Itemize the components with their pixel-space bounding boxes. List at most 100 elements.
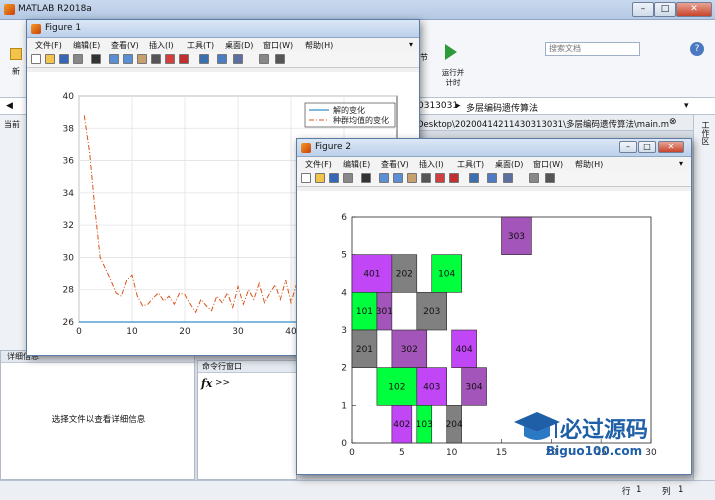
editor-tab-bar: Desktop\20200414211430313031\多层编码遗传算法\ma… xyxy=(415,115,715,131)
maximize-button[interactable]: □ xyxy=(654,2,676,17)
menu-item-2[interactable]: 查看(V) xyxy=(381,159,409,170)
figure-1-title-bar[interactable]: Figure 1 xyxy=(27,20,419,38)
print-icon[interactable] xyxy=(343,173,353,183)
hide-tools-icon[interactable] xyxy=(529,173,539,183)
menu-item-0[interactable]: 文件(F) xyxy=(35,40,62,51)
print-icon[interactable] xyxy=(73,54,83,64)
figure-2-title: Figure 2 xyxy=(315,142,352,152)
dock-icon[interactable] xyxy=(275,54,285,64)
menu-item-6[interactable]: 窗口(W) xyxy=(533,159,563,170)
figure-1-title: Figure 1 xyxy=(45,23,82,33)
figure-2-title-bar[interactable]: Figure 2 – □ ✕ xyxy=(297,139,691,157)
menu-item-3[interactable]: 插入(I) xyxy=(419,159,444,170)
menu-item-5[interactable]: 桌面(D) xyxy=(495,159,523,170)
task-label-304: 304 xyxy=(465,383,482,393)
y-tick-label: 2 xyxy=(341,364,347,374)
colorbar-icon[interactable] xyxy=(487,173,497,183)
menu-item-4[interactable]: 工具(T) xyxy=(187,40,214,51)
new-file-icon[interactable] xyxy=(301,173,311,183)
pan-hand-icon[interactable] xyxy=(137,54,147,64)
zoom-in-icon[interactable] xyxy=(109,54,119,64)
task-label-404: 404 xyxy=(456,345,473,355)
task-label-302: 302 xyxy=(401,345,418,355)
help-icon[interactable]: ? xyxy=(690,42,704,56)
menu-item-7[interactable]: 帮助(H) xyxy=(305,40,333,51)
figure-2-minimize-button[interactable]: – xyxy=(619,141,637,153)
row-value: 1 xyxy=(636,485,642,495)
figure-2-close-button[interactable]: ✕ xyxy=(658,141,684,153)
open-folder-icon[interactable] xyxy=(315,173,325,183)
row-label: 行 xyxy=(622,487,631,497)
matlab-title-bar[interactable]: MATLAB R2018a – □ ✕ xyxy=(0,0,715,20)
new-label: 新 xyxy=(12,67,20,76)
breadcrumb-segment-2[interactable]: 多层编码遗传算法 xyxy=(466,101,538,114)
link-icon[interactable] xyxy=(199,54,209,64)
search-input[interactable]: 搜索文档 xyxy=(545,42,640,56)
y-tick-label: 32 xyxy=(63,221,74,231)
editor-file-path: Desktop\20200414211430313031\多层编码遗传算法\ma… xyxy=(417,120,670,130)
menu-overflow-icon[interactable]: ▾ xyxy=(679,159,683,168)
y-tick-label: 34 xyxy=(63,189,75,199)
rotate-icon[interactable] xyxy=(151,54,161,64)
x-tick-label: 5 xyxy=(399,448,405,458)
menu-item-2[interactable]: 查看(V) xyxy=(111,40,139,51)
new-file-icon[interactable] xyxy=(31,54,41,64)
menu-overflow-icon[interactable]: ▾ xyxy=(409,40,413,49)
zoom-out-icon[interactable] xyxy=(123,54,133,64)
menu-item-4[interactable]: 工具(T) xyxy=(457,159,484,170)
open-folder-icon[interactable] xyxy=(45,54,55,64)
data-cursor-icon[interactable] xyxy=(165,54,175,64)
breadcrumb-separator-icon: ▸ xyxy=(456,101,461,111)
task-label-204: 204 xyxy=(446,420,463,430)
task-label-102: 102 xyxy=(388,383,405,393)
menu-item-6[interactable]: 窗口(W) xyxy=(263,40,293,51)
path-dropdown-icon[interactable]: ▾ xyxy=(684,101,689,111)
back-arrow-icon[interactable]: ◀ xyxy=(6,101,13,111)
command-prompt[interactable]: >> xyxy=(215,378,230,388)
zoom-out-icon[interactable] xyxy=(393,173,403,183)
save-icon[interactable] xyxy=(59,54,69,64)
breadcrumb-segment-1[interactable]: 0313031 xyxy=(418,101,458,111)
brush-icon[interactable] xyxy=(449,173,459,183)
minimize-button[interactable]: – xyxy=(632,2,654,17)
y-tick-label: 5 xyxy=(341,251,347,261)
editor-close-icon[interactable]: ⊗ xyxy=(669,117,677,127)
command-window-header: 命令行窗口 xyxy=(198,361,296,373)
task-label-104: 104 xyxy=(438,270,455,280)
x-tick-label: 0 xyxy=(349,448,355,458)
zoom-in-icon[interactable] xyxy=(379,173,389,183)
data-cursor-icon[interactable] xyxy=(435,173,445,183)
menu-item-3[interactable]: 插入(I) xyxy=(149,40,174,51)
save-icon[interactable] xyxy=(329,173,339,183)
y-tick-label: 26 xyxy=(63,318,75,328)
menu-item-0[interactable]: 文件(F) xyxy=(305,159,332,170)
x-tick-label: 10 xyxy=(446,448,458,458)
select-arrow-icon[interactable] xyxy=(91,54,101,64)
dock-icon[interactable] xyxy=(545,173,555,183)
hide-tools-icon[interactable] xyxy=(259,54,269,64)
link-icon[interactable] xyxy=(469,173,479,183)
close-button[interactable]: ✕ xyxy=(676,2,712,17)
figure-2-maximize-button[interactable]: □ xyxy=(638,141,656,153)
pan-hand-icon[interactable] xyxy=(407,173,417,183)
task-label-203: 203 xyxy=(423,307,440,317)
brush-icon[interactable] xyxy=(179,54,189,64)
y-tick-label: 1 xyxy=(341,401,347,411)
colorbar-icon[interactable] xyxy=(217,54,227,64)
legend-icon[interactable] xyxy=(233,54,243,64)
legend-icon[interactable] xyxy=(503,173,513,183)
rotate-icon[interactable] xyxy=(421,173,431,183)
menu-item-7[interactable]: 帮助(H) xyxy=(575,159,603,170)
command-window[interactable]: 命令行窗口 fx >> xyxy=(197,360,297,480)
workspace-dock[interactable]: 工作区 xyxy=(693,115,715,480)
task-label-303: 303 xyxy=(508,232,525,242)
task-label-101: 101 xyxy=(356,307,373,317)
select-arrow-icon[interactable] xyxy=(361,173,371,183)
y-tick-label: 36 xyxy=(63,157,75,167)
details-message: 选择文件以查看详细信息 xyxy=(51,415,146,425)
run-and-time-button[interactable]: 运行并 计时 xyxy=(436,42,468,92)
menu-item-1[interactable]: 编辑(E) xyxy=(343,159,370,170)
figure-1-toolbar xyxy=(27,52,419,68)
menu-item-5[interactable]: 桌面(D) xyxy=(225,40,253,51)
menu-item-1[interactable]: 编辑(E) xyxy=(73,40,100,51)
